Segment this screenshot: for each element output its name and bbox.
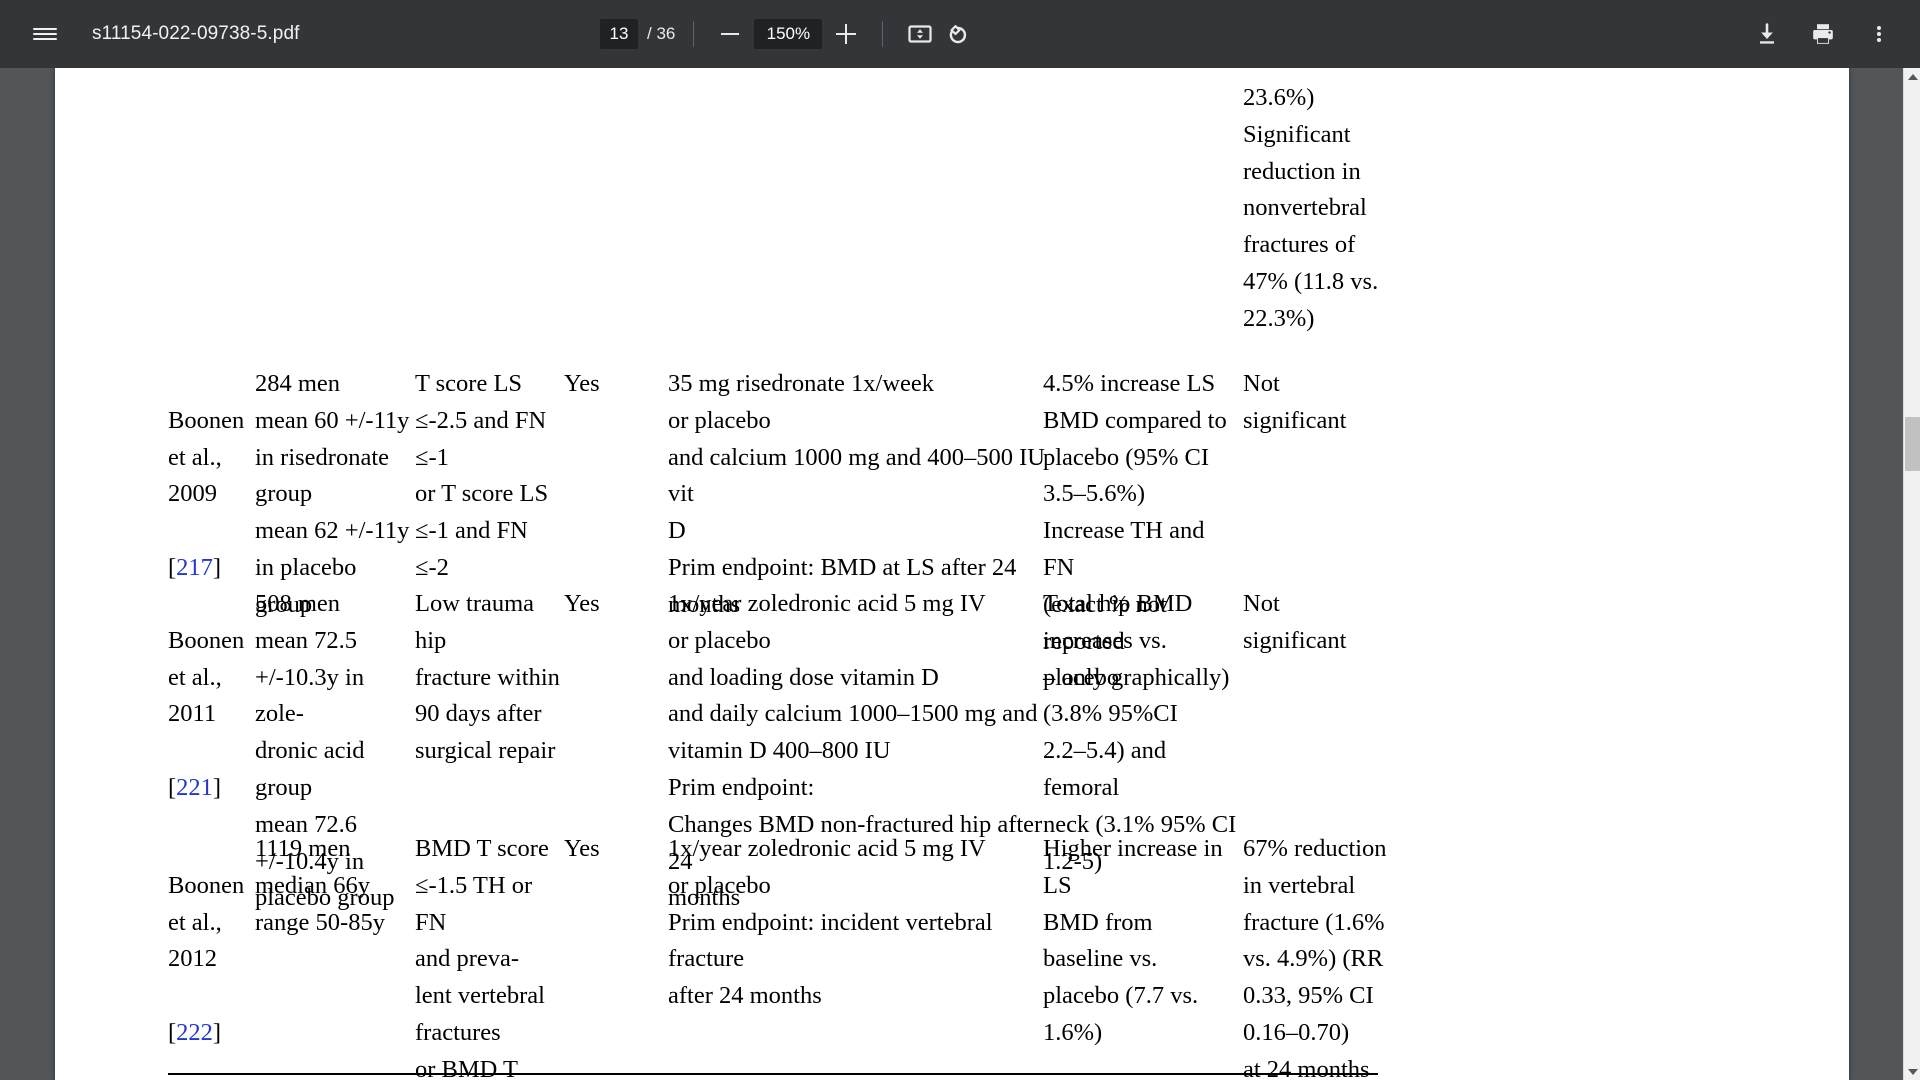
minus-icon — [721, 33, 740, 35]
toolbar-right-actions — [1734, 0, 1902, 68]
rotate-counterclockwise-icon — [950, 25, 967, 44]
pdf-page: 23.6%) Significant reduction in nonverte… — [55, 68, 1849, 1080]
pdf-viewer-area[interactable]: 23.6%) Significant reduction in nonverte… — [0, 68, 1920, 1080]
rct-cell: Yes — [564, 370, 600, 397]
table-row: Boonen et al., 2011 [221] — [168, 586, 250, 807]
vertical-scrollbar[interactable] — [1903, 68, 1920, 1080]
table-row: Boonen et al., 2009 [217] — [168, 366, 250, 587]
print-button[interactable] — [1800, 11, 1846, 57]
scroll-down-arrow-icon — [1907, 1068, 1918, 1075]
pdf-toolbar: s11154-022-09738-5.pdf / 36 150% — [0, 0, 1920, 68]
fit-to-page-button[interactable] — [901, 15, 939, 53]
scroll-up-button[interactable] — [1904, 68, 1920, 85]
zoom-in-button[interactable] — [828, 16, 864, 52]
pdf-page-content: 23.6%) Significant reduction in nonverte… — [55, 68, 1849, 1080]
scroll-down-button[interactable] — [1904, 1063, 1920, 1080]
study-name: Boonen et al., 2009 — [168, 406, 245, 508]
scroll-up-arrow-icon — [1907, 73, 1918, 80]
intervention-cell: 35 mg risedronate 1x/week or placebo and… — [668, 370, 1045, 618]
toolbar-divider — [693, 21, 695, 47]
more-dot — [1877, 38, 1881, 43]
hamburger-menu-icon[interactable] — [22, 11, 68, 57]
hamburger-bar — [33, 33, 57, 35]
toolbar-divider — [882, 21, 884, 47]
zoom-out-button[interactable] — [712, 16, 748, 52]
table-bottom-rule — [168, 1073, 1378, 1075]
more-dot — [1877, 32, 1881, 36]
page-count-label: / 36 — [647, 24, 676, 43]
bmd-outcome-cell: Higher increase in LS BMD from baseline … — [1043, 835, 1223, 1046]
rct-cell: Yes — [564, 835, 600, 862]
fracture-outcome-cell: 67% reduction in vertebral fracture (1.6… — [1243, 835, 1387, 1080]
hamburger-bar — [33, 38, 57, 41]
intervention-cell: 1x/year zoledronic acid 5 mg IV or place… — [668, 835, 993, 1010]
inclusion-criteria-cell: BMD T score ≤-1.5 TH or FN and preva- le… — [415, 835, 549, 1080]
study-name: Boonen et al., 2012 — [168, 871, 245, 973]
inclusion-criteria-cell: Low trauma hip fracture within 90 days a… — [415, 590, 560, 765]
document-title: s11154-022-09738-5.pdf — [92, 23, 300, 44]
reference-link[interactable]: 217 — [176, 554, 213, 581]
scrollbar-thumb[interactable] — [1905, 417, 1920, 471]
fracture-outcome-cell: Not significant — [1243, 590, 1347, 654]
page-number-input[interactable] — [600, 19, 638, 49]
population-cell: 1119 men median 66y range 50-85y — [255, 835, 385, 936]
table-cell-fracture-outcome-continued: 23.6%) Significant reduction in nonverte… — [1243, 84, 1379, 332]
reference-link[interactable]: 222 — [176, 1019, 213, 1046]
population-cell: 284 men mean 60 +/-11y in risedronate gr… — [255, 370, 410, 618]
fracture-outcome-cell: Not significant — [1243, 370, 1347, 434]
download-icon — [1760, 23, 1774, 44]
inclusion-criteria-cell: T score LS ≤-2.5 and FN ≤-1 or T score L… — [415, 370, 549, 581]
fit-to-page-icon — [908, 25, 932, 43]
plus-icon — [836, 24, 857, 44]
download-button[interactable] — [1744, 11, 1790, 57]
more-dot — [1877, 25, 1881, 30]
more-options-button[interactable] — [1856, 11, 1902, 57]
study-reference: [222] — [168, 1018, 222, 1046]
print-icon — [1813, 24, 1833, 44]
study-name: Boonen et al., 2011 — [168, 626, 245, 728]
reference-link[interactable]: 221 — [176, 774, 213, 801]
zoom-level-display[interactable]: 150% — [754, 19, 823, 49]
rotate-button[interactable] — [939, 15, 977, 53]
table-row: Boonen et al., 2012 [222] — [168, 831, 250, 1052]
hamburger-bar — [33, 27, 57, 30]
study-reference: [221] — [168, 773, 222, 801]
study-reference: [217] — [168, 553, 222, 581]
page-and-zoom-controls: / 36 150% — [600, 0, 977, 68]
rct-cell: Yes — [564, 590, 600, 617]
